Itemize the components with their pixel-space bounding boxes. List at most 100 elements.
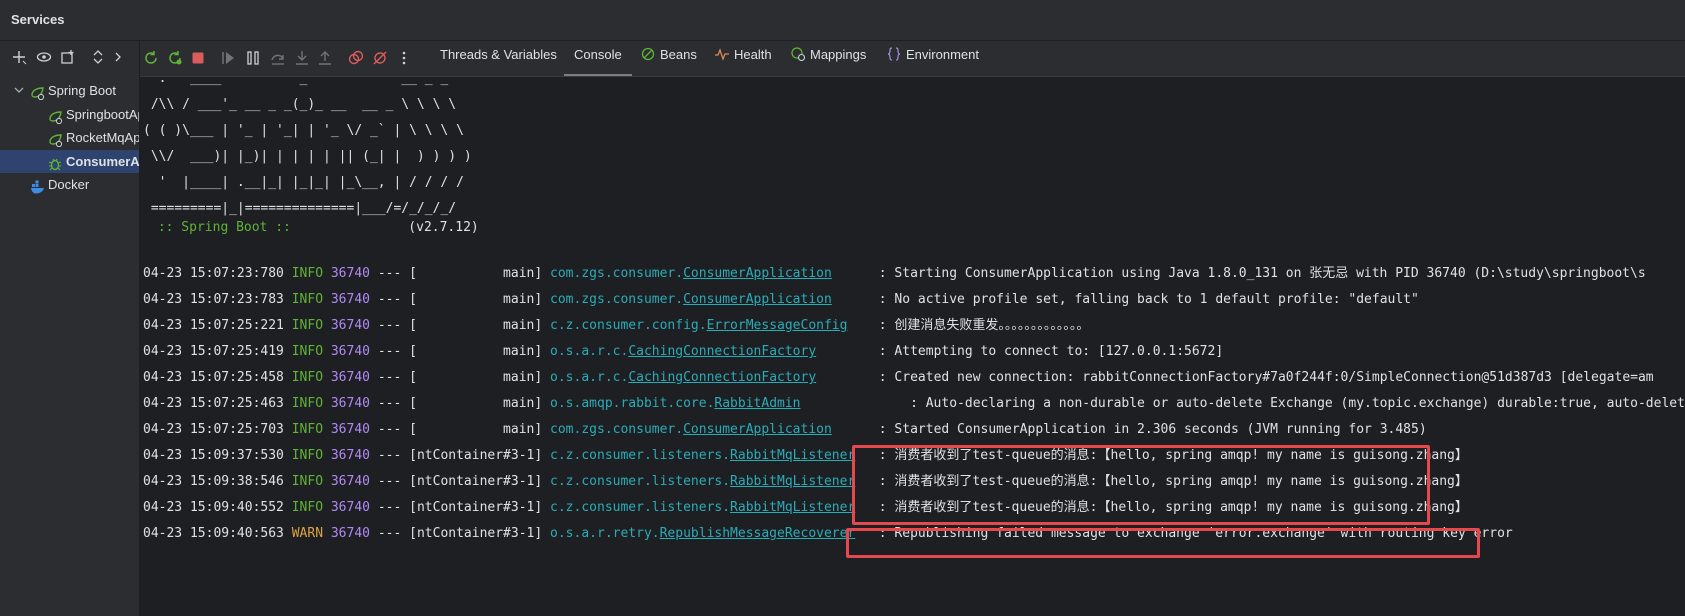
environment-icon xyxy=(887,43,901,61)
spring-app-icon xyxy=(48,131,63,148)
tree-node-app[interactable]: RocketMqApplication xyxy=(0,126,139,150)
log-separator: --- xyxy=(377,370,402,385)
log-logger-class[interactable]: RepublishMessageRecoverer xyxy=(660,526,856,541)
log-separator: --- xyxy=(377,448,402,463)
log-separator: --- xyxy=(377,526,402,541)
chevron-right-icon[interactable] xyxy=(110,49,126,65)
log-level: WARN xyxy=(291,526,324,541)
tree-node-app-selected[interactable]: ConsumerApplication xyxy=(0,149,140,173)
log-separator: --- xyxy=(377,266,402,281)
log-padding xyxy=(832,422,871,437)
log-logger-class[interactable]: ConsumerApplication xyxy=(683,292,832,307)
log-separator: --- xyxy=(377,318,402,333)
banner-line: =========|_|==============|___/=/_/_/_/ xyxy=(143,201,457,216)
health-icon xyxy=(715,43,729,61)
log-pid: 36740 xyxy=(330,292,370,307)
log-padding xyxy=(816,344,871,359)
docker-icon xyxy=(30,178,44,194)
log-logger-package: o.s.amqp.rabbit.core. xyxy=(550,396,715,411)
log-timestamp: 04-23 15:07:23:783 xyxy=(143,292,284,307)
log-logger-package: c.z.consumer.listeners. xyxy=(550,474,731,489)
view-breakpoints-icon[interactable] xyxy=(348,50,364,66)
log-logger-class[interactable]: ConsumerApplication xyxy=(683,266,832,281)
stop-icon[interactable] xyxy=(190,50,206,66)
mute-breakpoints-icon[interactable] xyxy=(372,50,388,66)
log-logger-class[interactable]: ErrorMessageConfig xyxy=(707,318,848,333)
tree-node-label: Docker xyxy=(48,177,90,192)
log-line: 04-23 15:07:25:703 INFO 36740 --- [ main… xyxy=(143,419,1427,441)
new-window-icon[interactable] xyxy=(60,49,76,65)
log-message: : Auto-declaring a non-durable or auto-d… xyxy=(910,396,1685,411)
pause-icon[interactable] xyxy=(245,50,261,66)
highlight-box-received-messages xyxy=(852,445,1430,525)
log-line: 04-23 15:07:25:463 INFO 36740 --- [ main… xyxy=(143,393,1685,415)
log-logger-package: c.z.consumer.listeners. xyxy=(550,448,731,463)
log-thread: [ main] xyxy=(409,292,543,307)
log-level: INFO xyxy=(291,448,324,463)
log-thread: [ntContainer#3-1] xyxy=(409,526,543,541)
log-level: INFO xyxy=(291,396,324,411)
banner-line: /\\ / ___'_ __ _ _(_)_ __ __ _ \ \ \ \ xyxy=(143,97,457,112)
step-out-icon[interactable] xyxy=(317,50,333,66)
log-logger-package: c.z.consumer.config. xyxy=(550,318,707,333)
log-thread: [ main] xyxy=(409,422,543,437)
log-logger-class[interactable]: CachingConnectionFactory xyxy=(628,370,816,385)
run-panel: Threads & Variables Console Beans Health… xyxy=(140,41,1685,616)
log-logger-class[interactable]: RabbitMqListener xyxy=(730,448,855,463)
log-level: INFO xyxy=(291,500,324,515)
log-timestamp: 04-23 15:09:38:546 xyxy=(143,474,284,489)
add-icon[interactable] xyxy=(11,49,27,65)
log-timestamp: 04-23 15:07:25:221 xyxy=(143,318,284,333)
log-level: INFO xyxy=(291,344,324,359)
log-separator: --- xyxy=(377,344,402,359)
log-level: INFO xyxy=(291,474,324,489)
tab-beans[interactable]: Beans xyxy=(641,41,697,76)
tab-mappings[interactable]: Mappings xyxy=(791,41,866,76)
log-message: : Attempting to connect to: [127.0.0.1:5… xyxy=(878,344,1224,359)
log-timestamp: 04-23 15:07:23:780 xyxy=(143,266,284,281)
log-message: : Starting ConsumerApplication using Jav… xyxy=(878,266,1646,281)
tab-label: Beans xyxy=(660,47,697,62)
step-into-icon[interactable] xyxy=(294,50,310,66)
log-logger-class[interactable]: ConsumerApplication xyxy=(683,422,832,437)
console-output[interactable]: . ____ _ __ _ _ /\\ / ___'_ __ _ _(_)_ _… xyxy=(140,77,1685,616)
log-padding xyxy=(847,318,870,333)
tree-node-label: ConsumerApplication xyxy=(66,153,140,169)
log-level: INFO xyxy=(291,292,324,307)
log-thread: [ main] xyxy=(409,344,543,359)
banner-line: . ____ _ __ _ _ xyxy=(143,77,449,86)
log-timestamp: 04-23 15:07:25:419 xyxy=(143,344,284,359)
log-separator: --- xyxy=(377,474,402,489)
log-logger-class[interactable]: CachingConnectionFactory xyxy=(628,344,816,359)
more-icon[interactable] xyxy=(396,50,412,66)
log-logger-class[interactable]: RabbitMqListener xyxy=(730,474,855,489)
log-logger-package: com.zgs.consumer. xyxy=(550,422,684,437)
rerun-icon[interactable] xyxy=(143,50,159,66)
log-level: INFO xyxy=(291,266,324,281)
log-pid: 36740 xyxy=(330,448,370,463)
tab-health[interactable]: Health xyxy=(715,41,772,76)
log-logger-class[interactable]: RabbitAdmin xyxy=(714,396,800,411)
tree-node-spring-boot[interactable]: Spring Boot xyxy=(0,79,139,103)
tab-threads-variables[interactable]: Threads & Variables xyxy=(440,41,557,76)
resume-icon[interactable] xyxy=(220,50,236,66)
spring-boot-version: (v2.7.12) xyxy=(298,220,479,235)
log-thread: [ntContainer#3-1] xyxy=(409,474,543,489)
step-over-icon[interactable] xyxy=(270,50,286,66)
eye-icon[interactable] xyxy=(36,49,52,65)
tab-label: Environment xyxy=(906,47,979,62)
log-line: 04-23 15:07:25:221 INFO 36740 --- [ main… xyxy=(143,315,1089,337)
expand-collapse-icon[interactable] xyxy=(90,49,106,65)
tab-console[interactable]: Console xyxy=(564,41,632,76)
log-logger-class[interactable]: RabbitMqListener xyxy=(730,500,855,515)
rerun-debug-icon[interactable] xyxy=(167,50,183,66)
banner-line: ' |____| .__|_| |_|_| |_\__, | / / / / xyxy=(143,175,464,190)
tab-environment[interactable]: Environment xyxy=(887,41,979,76)
services-tree-panel: Spring Boot SpringbootApplication Rocket… xyxy=(0,41,140,616)
log-message: : No active profile set, falling back to… xyxy=(878,292,1419,307)
log-thread: [ main] xyxy=(409,318,543,333)
spring-boot-version-line: :: Spring Boot :: (v2.7.12) xyxy=(150,217,479,239)
tree-node-docker[interactable]: Docker xyxy=(0,173,139,197)
log-pid: 36740 xyxy=(330,422,370,437)
tree-node-app[interactable]: SpringbootApplication xyxy=(0,103,139,127)
